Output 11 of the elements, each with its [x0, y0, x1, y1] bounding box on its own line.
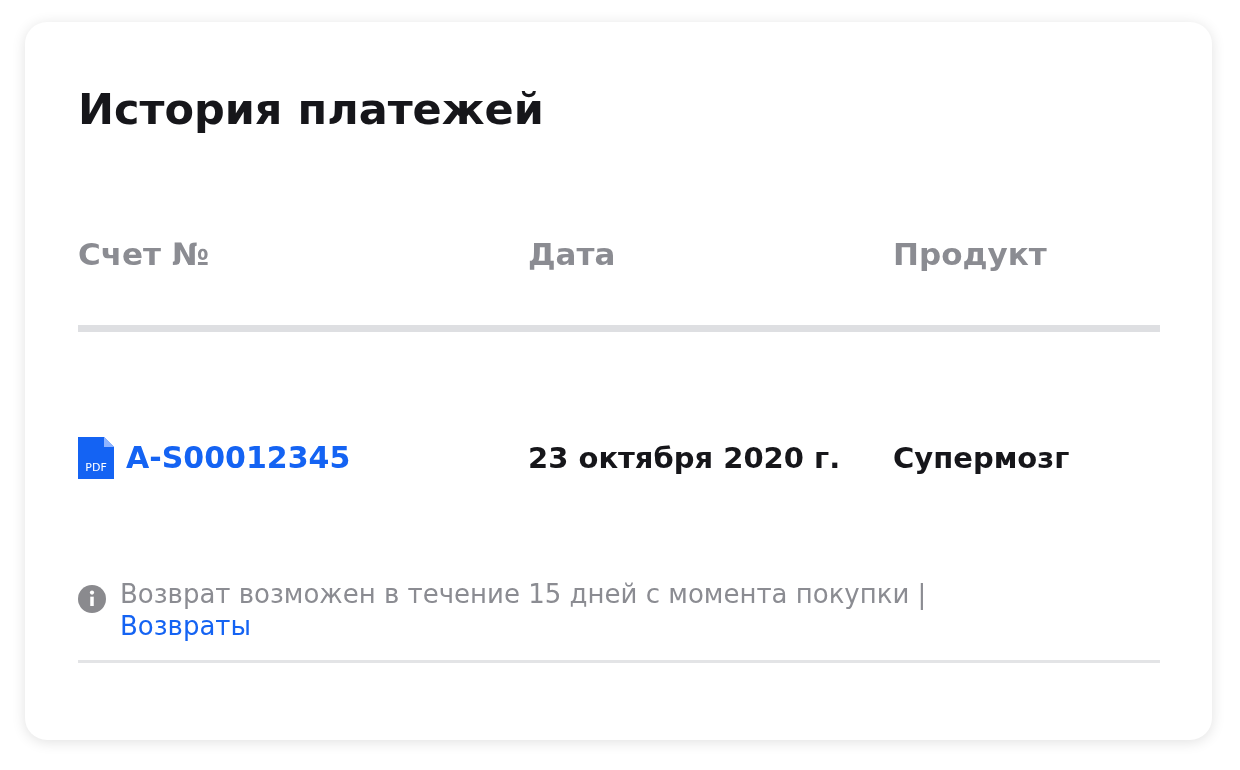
table-cell-text: Супермозг — [893, 440, 1071, 475]
table-cell-text: 23 октября 2020 г. — [528, 440, 842, 475]
info-icon — [78, 584, 106, 613]
pdf-file-icon[interactable]: PDF — [78, 436, 114, 479]
refunds-link[interactable]: Возвраты — [120, 610, 251, 641]
column-header: Продукт — [893, 235, 1048, 273]
column-header: Счет № — [78, 235, 211, 273]
card-title: История платежей — [78, 84, 545, 136]
refund-note: Возврат возможен в течение 15 дней с момента покупки | — [120, 578, 927, 609]
column-header: Дата — [528, 235, 617, 273]
invoice-link[interactable]: A-S00012345 — [126, 440, 351, 476]
